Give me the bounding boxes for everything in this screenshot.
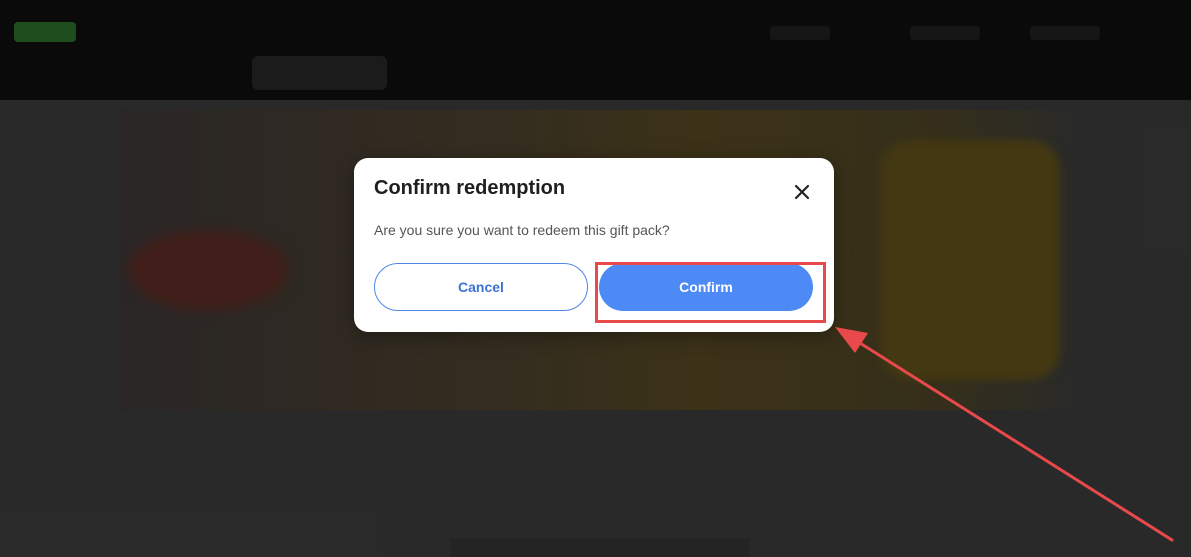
annotation-highlight-box: [595, 262, 826, 323]
close-icon: [794, 184, 810, 200]
dialog-title: Confirm redemption: [374, 177, 566, 199]
cancel-button[interactable]: Cancel: [374, 263, 588, 311]
dialog-message: Are you sure you want to redeem this gif…: [374, 222, 670, 238]
close-button[interactable]: [790, 180, 814, 204]
